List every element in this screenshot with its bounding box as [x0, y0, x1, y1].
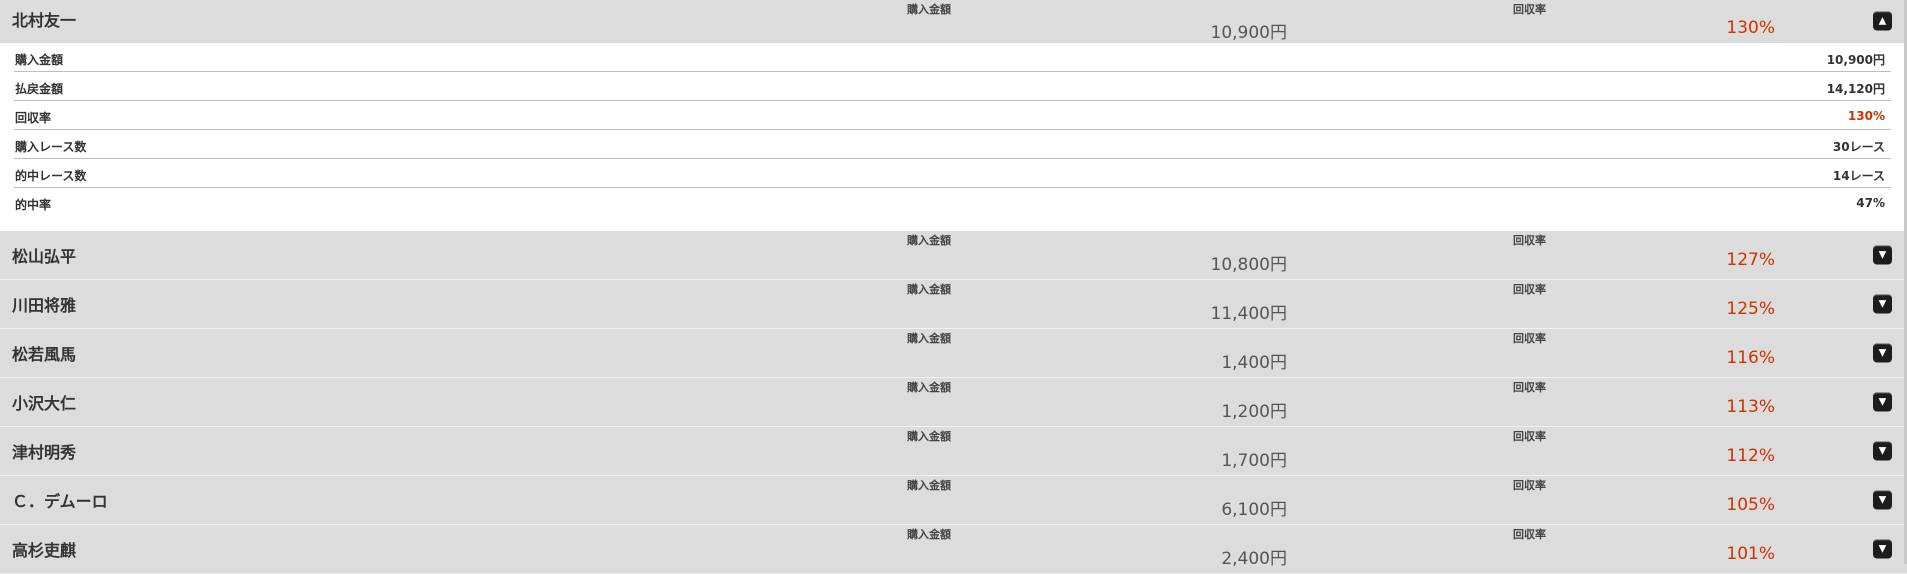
detail-label: 払戻金額 — [15, 82, 64, 96]
jockey-row[interactable]: 高杉吏麒 購入金額 2,400円 回収率 101% ▼ — [0, 525, 1907, 574]
detail-value: 14レース — [1832, 169, 1885, 183]
jockey-row[interactable]: 川田将雅 購入金額 11,400円 回収率 125% ▼ — [0, 280, 1907, 329]
purchase-amount-value: 6,100円 — [1221, 500, 1287, 520]
detail-label: 回収率 — [15, 111, 52, 125]
recovery-rate-label: 回収率 — [1513, 430, 1546, 443]
purchase-amount-label: 購入金額 — [907, 283, 951, 296]
triangle-down-icon[interactable]: ▼ — [1873, 392, 1892, 412]
triangle-down-icon[interactable]: ▼ — [1873, 441, 1892, 461]
purchase-amount-value: 10,800円 — [1210, 255, 1287, 275]
triangle-down-icon[interactable]: ▼ — [1873, 245, 1892, 265]
recovery-rate-value: 127% — [1726, 250, 1775, 270]
purchase-amount-label: 購入金額 — [907, 381, 951, 394]
recovery-rate-value: 116% — [1726, 348, 1775, 368]
recovery-rate-label: 回収率 — [1513, 479, 1546, 492]
triangle-down-icon[interactable]: ▼ — [1873, 490, 1892, 510]
recovery-rate-label: 回収率 — [1513, 3, 1546, 16]
detail-row: 払戻金額 14,120円 — [14, 72, 1891, 101]
jockey-row[interactable]: Ｃ．デムーロ 購入金額 6,100円 回収率 105% ▼ — [0, 476, 1907, 525]
purchase-amount-label: 購入金額 — [907, 430, 951, 443]
detail-row: 的中率 47% — [14, 188, 1891, 217]
detail-label: 的中レース数 — [15, 169, 87, 183]
detail-value: 10,900円 — [1826, 53, 1885, 67]
recovery-rate-label: 回収率 — [1513, 381, 1546, 394]
recovery-rate-label: 回収率 — [1513, 234, 1546, 247]
recovery-rate-value: 113% — [1726, 397, 1775, 417]
detail-row: 購入金額 10,900円 — [14, 43, 1891, 72]
jockey-row-expanded[interactable]: 北村友一 購入金額 10,900円 回収率 130% ▲ — [0, 0, 1907, 43]
recovery-rate-label: 回収率 — [1513, 283, 1546, 296]
detail-label: 的中率 — [15, 198, 52, 212]
triangle-down-icon[interactable]: ▼ — [1873, 343, 1892, 363]
recovery-rate-value: 101% — [1726, 544, 1775, 564]
purchase-amount-value: 1,400円 — [1221, 353, 1287, 373]
jockey-name: 松若風馬 — [12, 345, 77, 364]
collapsed-jockey-rows: 松山弘平 購入金額 10,800円 回収率 127% ▼ 川田将雅 購入金額 1… — [0, 231, 1907, 574]
jockey-row[interactable]: 松若風馬 購入金額 1,400円 回収率 116% ▼ — [0, 329, 1907, 378]
recovery-rate-label: 回収率 — [1513, 332, 1546, 345]
recovery-rate-value: 125% — [1726, 299, 1775, 319]
jockey-name: 北村友一 — [12, 11, 77, 30]
jockey-row[interactable]: 小沢大仁 購入金額 1,200円 回収率 113% ▼ — [0, 378, 1907, 427]
detail-row: 回収率 130% — [14, 101, 1891, 130]
jockey-detail-panel: 購入金額 10,900円 払戻金額 14,120円 回収率 130% 購入レース… — [0, 43, 1907, 231]
detail-label: 購入金額 — [15, 53, 64, 67]
purchase-amount-label: 購入金額 — [907, 528, 951, 541]
detail-value: 130% — [1847, 109, 1885, 123]
recovery-rate-value: 130% — [1726, 18, 1775, 38]
purchase-amount-label: 購入金額 — [907, 3, 951, 16]
jockey-row[interactable]: 津村明秀 購入金額 1,700円 回収率 112% ▼ — [0, 427, 1907, 476]
jockey-name: 小沢大仁 — [12, 394, 77, 413]
purchase-amount-value: 10,900円 — [1210, 23, 1287, 43]
jockey-name: 松山弘平 — [12, 247, 77, 266]
triangle-up-icon[interactable]: ▲ — [1873, 11, 1892, 31]
jockey-row[interactable]: 松山弘平 購入金額 10,800円 回収率 127% ▼ — [0, 231, 1907, 280]
purchase-amount-label: 購入金額 — [907, 234, 951, 247]
detail-row: 購入レース数 30レース — [14, 130, 1891, 159]
jockey-list: 北村友一 購入金額 10,900円 回収率 130% ▲ 購入金額 10,900… — [0, 0, 1907, 574]
purchase-amount-value: 2,400円 — [1221, 549, 1287, 569]
detail-value: 30レース — [1832, 140, 1885, 154]
detail-label: 購入レース数 — [15, 140, 87, 154]
jockey-name: 川田将雅 — [12, 296, 77, 315]
detail-value: 47% — [1856, 196, 1885, 210]
purchase-amount-value: 11,400円 — [1210, 304, 1287, 324]
detail-row: 的中レース数 14レース — [14, 159, 1891, 188]
recovery-rate-value: 112% — [1726, 446, 1775, 466]
detail-value: 14,120円 — [1826, 82, 1885, 96]
jockey-name: Ｃ．デムーロ — [12, 492, 108, 511]
triangle-down-icon[interactable]: ▼ — [1873, 539, 1892, 559]
recovery-rate-value: 105% — [1726, 495, 1775, 515]
purchase-amount-value: 1,200円 — [1221, 402, 1287, 422]
purchase-amount-value: 1,700円 — [1221, 451, 1287, 471]
purchase-amount-label: 購入金額 — [907, 479, 951, 492]
triangle-down-icon[interactable]: ▼ — [1873, 294, 1892, 314]
jockey-name: 高杉吏麒 — [12, 541, 77, 560]
jockey-name: 津村明秀 — [12, 443, 77, 462]
recovery-rate-label: 回収率 — [1513, 528, 1546, 541]
purchase-amount-label: 購入金額 — [907, 332, 951, 345]
